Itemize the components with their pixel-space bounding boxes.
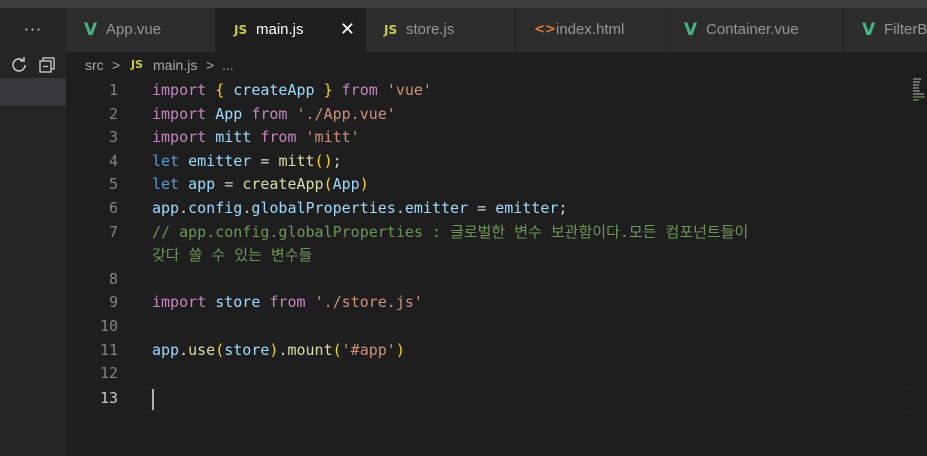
- text-cursor: [152, 389, 154, 410]
- code-line[interactable]: import mitt from 'mitt': [152, 126, 360, 150]
- line-number: 2: [108, 104, 118, 123]
- vue-icon: V: [862, 20, 876, 40]
- line-number: 11: [99, 340, 118, 359]
- line-number: 6: [108, 199, 118, 217]
- tab-label: App.vue: [106, 21, 162, 38]
- code-line[interactable]: let app = createApp(App): [152, 173, 369, 197]
- js-icon: JS: [384, 23, 398, 37]
- line-number: 8: [108, 269, 118, 288]
- line-number: 4: [108, 151, 118, 170]
- tab-label: main.js: [256, 21, 304, 38]
- code-line[interactable]: 갖다 쓸 수 있는 변수들: [152, 244, 312, 268]
- breadcrumb-separator: >: [112, 57, 121, 73]
- js-icon: JS: [234, 23, 248, 37]
- vertical-scrollbar[interactable]: [908, 78, 927, 456]
- editor-tab-bar: V App.vue JS main.js ✕ JS store.js <> in…: [66, 8, 927, 52]
- tab-label: FilterB: [884, 21, 927, 38]
- code-line[interactable]: import store from './store.js': [152, 291, 423, 315]
- line-number: 9: [108, 293, 118, 312]
- code-line[interactable]: import { createApp } from 'vue': [152, 79, 432, 103]
- tab-store-js[interactable]: JS store.js: [366, 8, 516, 52]
- tab-label: store.js: [406, 21, 455, 38]
- code-line[interactable]: app.config.globalProperties.emitter = em…: [152, 197, 567, 221]
- breadcrumb-more[interactable]: ...: [222, 52, 234, 78]
- more-actions-button[interactable]: ···: [0, 14, 66, 46]
- breadcrumb-folder[interactable]: src: [85, 52, 104, 78]
- code-line[interactable]: let emitter = mitt();: [152, 150, 342, 174]
- line-number: 12: [99, 364, 118, 383]
- tab-index-html[interactable]: <> index.html: [516, 8, 666, 52]
- breadcrumb: src > JS main.js > ...: [66, 52, 927, 78]
- line-number: 13: [99, 389, 118, 407]
- line-number: 10: [99, 317, 118, 335]
- refresh-icon[interactable]: [8, 54, 30, 76]
- window-top-strip: [0, 0, 927, 8]
- tab-label: index.html: [556, 21, 625, 38]
- tab-container-vue[interactable]: V Container.vue: [666, 8, 844, 52]
- explorer-toolbar: [0, 52, 66, 80]
- current-line-highlight: [150, 388, 906, 412]
- code-editor[interactable]: 1 2 3 4 5 6 7 8 9 10 11 12 13 import { c…: [66, 78, 927, 456]
- line-number: 5: [108, 175, 118, 194]
- tab-filterbox-vue[interactable]: V FilterB: [844, 8, 927, 52]
- explorer-sidebar: ···: [0, 8, 66, 456]
- breadcrumb-separator: >: [206, 57, 215, 73]
- selected-explorer-row[interactable]: [0, 78, 66, 106]
- close-icon[interactable]: ✕: [340, 8, 355, 52]
- line-number: 3: [108, 128, 118, 147]
- vue-icon: V: [684, 20, 698, 40]
- tab-app-vue[interactable]: V App.vue: [66, 8, 216, 52]
- code-line[interactable]: app.use(store).mount('#app'): [152, 339, 405, 363]
- vue-icon: V: [84, 20, 98, 40]
- line-number: 1: [108, 81, 118, 99]
- code-line[interactable]: // app.config.globalProperties : 글로벌한 변수…: [152, 221, 748, 245]
- line-number: 7: [108, 222, 118, 241]
- tab-label: Container.vue: [706, 21, 799, 38]
- breadcrumb-file[interactable]: main.js: [153, 52, 197, 78]
- html-icon: <>: [534, 22, 556, 37]
- tab-main-js[interactable]: JS main.js ✕: [216, 8, 366, 52]
- js-icon: JS: [131, 58, 144, 71]
- code-line[interactable]: import App from './App.vue': [152, 103, 396, 127]
- collapse-all-icon[interactable]: [36, 54, 58, 76]
